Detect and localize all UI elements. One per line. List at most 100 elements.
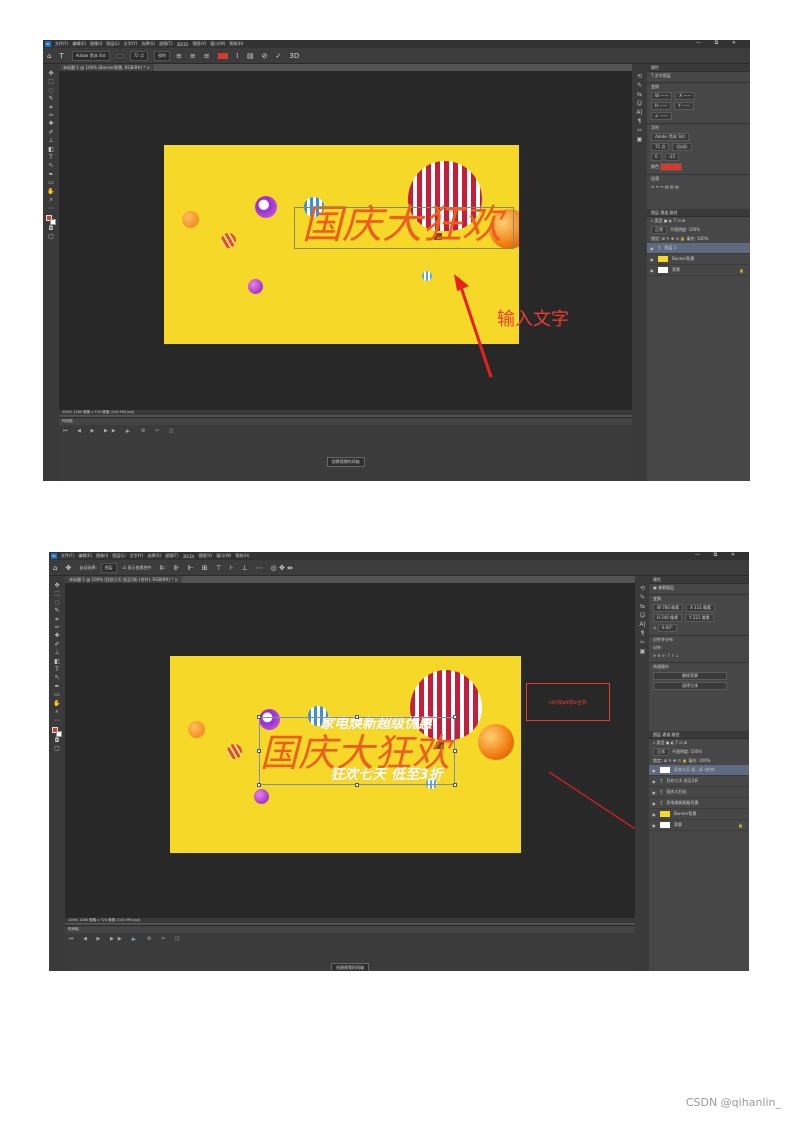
font-size-select[interactable]: 72 点	[129, 50, 148, 61]
character-icon[interactable]: A|	[639, 620, 645, 629]
window-controls[interactable]: — ⧉ ✕	[696, 40, 742, 46]
eye-icon[interactable]: ◉	[652, 779, 660, 784]
paragraph-icon[interactable]: ¶	[638, 117, 642, 126]
anti-alias-select[interactable]: 锐利	[153, 50, 170, 61]
quick-mask-icon[interactable]: ◘	[49, 225, 54, 233]
lock-row[interactable]: 锁定: ⊞ ✎ ✥ ⊡ 🔒 填充: 100%	[649, 757, 749, 765]
transform-angle-row[interactable]: ∠ 0.00°	[649, 623, 749, 633]
move-tool-icon[interactable]: ✥	[48, 70, 53, 78]
remove-background-button[interactable]: 删除背景	[653, 672, 727, 680]
layer-row-merged[interactable]: ◉ 狂欢七天 低...折 (合并)	[649, 765, 749, 776]
menu-filter[interactable]: 滤镜(T)	[159, 41, 173, 47]
layer-row-text[interactable]: ◉ T 家电焕新超级优惠	[649, 798, 749, 809]
transform-angle-row[interactable]: ∠ ——	[647, 111, 750, 121]
align-right-icon[interactable]: ≡	[204, 52, 210, 60]
warp-text-icon[interactable]: ⌇	[236, 52, 239, 60]
align-buttons-row[interactable]: ⊫ ⊪ ⊩ ⊤ ⊦ ⊥	[649, 652, 749, 660]
lasso-tool-icon[interactable]: ◌	[48, 87, 53, 95]
eye-icon[interactable]: ◉	[652, 768, 660, 773]
3d-icon[interactable]: 3D	[289, 52, 299, 60]
transform-h-row[interactable]: H —— Y ——	[647, 101, 750, 111]
tracking-row[interactable]: 0 -25	[647, 152, 750, 162]
canvas-area[interactable]: 国庆大狂欢 输入文字	[59, 71, 632, 410]
transform-hy-row[interactable]: H 240 像素 Y 221 像素	[649, 613, 749, 623]
adjustments-icon[interactable]: ⇆	[640, 602, 645, 611]
menu-select[interactable]: 选择(S)	[141, 41, 155, 47]
menu-image[interactable]: 图像(I)	[90, 41, 102, 47]
layer-row-text[interactable]: ◉ T 狂欢七天 低至3折	[649, 776, 749, 787]
menu-window[interactable]: 窗口(W)	[210, 41, 225, 47]
paragraph-icon[interactable]: ¶	[641, 629, 645, 638]
menu-layer[interactable]: 图层(L)	[106, 41, 119, 47]
type-tool-icon[interactable]: T	[49, 154, 53, 162]
font-family-field[interactable]: Adobe 黑体 Std	[647, 132, 750, 142]
blend-row[interactable]: 正常 不透明度: 100%	[649, 747, 749, 757]
home-icon[interactable]: ⌂	[47, 52, 51, 60]
layer-row-group[interactable]: ◉ Banner背景	[649, 809, 749, 820]
zoom-tool-icon[interactable]: ⌕	[49, 196, 52, 204]
cancel-icon[interactable]: ⊘	[262, 52, 268, 60]
crop-tool-icon[interactable]: ⌗	[49, 104, 52, 112]
path-tool-icon[interactable]: ↖	[48, 162, 53, 170]
paragraph-align-row[interactable]: ≡ ≡ ≡ ▤ ▤ ▤	[647, 183, 750, 191]
timeline-controls[interactable]: ⏮ ◀ ▶ ▶▶ 🔈 ⚙ ✂ ◫	[65, 933, 635, 942]
font-size-row[interactable]: 72 点 (自动)	[647, 142, 750, 152]
more-tools-icon[interactable]: ⋯	[48, 205, 54, 213]
type-tool-icon[interactable]: T	[59, 52, 63, 60]
brush-settings-icon[interactable]: ✎	[637, 81, 642, 90]
frame-icon[interactable]: ▣	[637, 135, 643, 144]
align-left-icon[interactable]: ≡	[176, 52, 182, 60]
marquee-tool-icon[interactable]: ⬚	[48, 78, 54, 86]
people-icon[interactable]: ☺	[636, 99, 642, 108]
menu-help[interactable]: 帮助(H)	[229, 41, 243, 47]
layer-row-group[interactable]: ◉ Banner背景	[647, 254, 750, 265]
transform-w-row[interactable]: W —— X ——	[647, 91, 750, 101]
select-subject-button[interactable]: 选择主体	[653, 682, 727, 690]
color-row[interactable]: 颜色	[647, 162, 750, 172]
layers-tabs[interactable]: 图层 通道 路径	[647, 209, 750, 217]
tools-icon[interactable]: ✂	[637, 126, 642, 135]
layer-row-text[interactable]: ◉ T 图层 1	[647, 243, 750, 254]
eye-icon[interactable]: ◉	[650, 257, 658, 262]
shape-tool-icon[interactable]: ▭	[48, 179, 54, 187]
quick-select-tool-icon[interactable]: ✎	[48, 95, 53, 103]
menu-3d[interactable]: 3D(D)	[177, 42, 189, 47]
adjustments-icon[interactable]: ⇆	[637, 90, 642, 99]
eye-icon[interactable]: ◉	[652, 801, 660, 806]
stamp-tool-icon[interactable]: ⊥	[48, 137, 53, 145]
layer-filter-row[interactable]: ⌕ 类型 ▣ ◐ T ⊡ ⊞	[647, 217, 750, 225]
color-swatches[interactable]	[46, 214, 56, 225]
blend-row[interactable]: 正常 不透明度: 100%	[647, 225, 750, 235]
eye-icon[interactable]: ◉	[650, 268, 658, 273]
create-video-timeline-button[interactable]: 创建视频时间轴	[331, 963, 369, 971]
character-panel-icon[interactable]: ▤	[247, 52, 254, 60]
eye-icon[interactable]: ◉	[652, 812, 660, 817]
layer-row-text[interactable]: ◉ T 国庆大狂欢	[649, 787, 749, 798]
font-style-select[interactable]	[115, 53, 124, 58]
lock-row[interactable]: 锁定: ⊞ ✎ ✥ ⊡ 🔒 填充: 100%	[647, 235, 750, 243]
tools-icon[interactable]: ✂	[640, 638, 645, 647]
frame-icon[interactable]: ▣	[640, 647, 646, 656]
eye-icon[interactable]: ◉	[652, 823, 660, 828]
font-family-select[interactable]: Adobe 黑体 Std	[71, 50, 110, 61]
eye-icon[interactable]: ◉	[650, 246, 658, 251]
eyedropper-tool-icon[interactable]: ✑	[48, 112, 53, 120]
menu-file[interactable]: 文件(F)	[55, 41, 68, 47]
character-icon[interactable]: A|	[636, 108, 642, 117]
create-video-timeline-button[interactable]: 创建视频时间轴	[326, 457, 365, 467]
screen-mode-icon[interactable]: ▢	[48, 233, 54, 241]
layers-tabs[interactable]: 图层 通道 路径	[649, 731, 749, 739]
menu-edit[interactable]: 编辑(E)	[72, 41, 86, 47]
timeline-controls[interactable]: ⏮ ◀ ▶ ▶▶ 🔈 ⚙ ✂ ◫	[59, 425, 632, 434]
eraser-tool-icon[interactable]: ◧	[48, 146, 54, 154]
pen-tool-icon[interactable]: ✒	[48, 171, 53, 179]
transform-wx-row[interactable]: W 780 像素 X 111 像素	[649, 603, 749, 613]
layer-row-background[interactable]: ◉ 背景 🔒	[647, 265, 750, 276]
layer-row-background[interactable]: ◉ 背景 🔒	[649, 820, 749, 831]
history-icon[interactable]: ⟲	[637, 72, 642, 81]
hand-tool-icon[interactable]: ✋	[47, 188, 54, 196]
commit-check-icon[interactable]: ✓	[276, 52, 282, 60]
menu-view[interactable]: 视图(V)	[192, 41, 206, 47]
eye-icon[interactable]: ◉	[652, 790, 660, 795]
healing-tool-icon[interactable]: ✚	[48, 120, 53, 128]
